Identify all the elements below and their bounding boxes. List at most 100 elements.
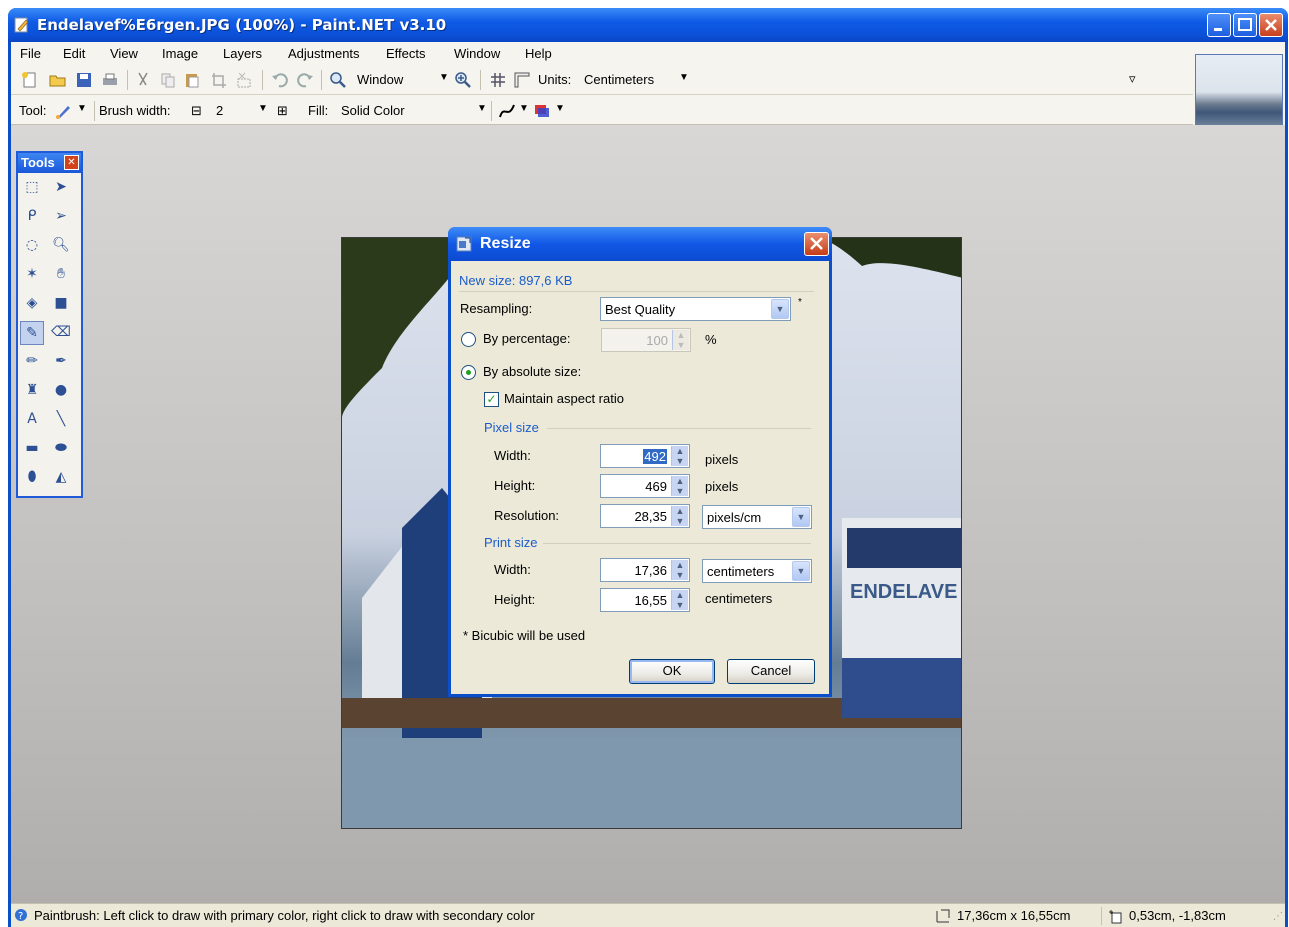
zoom-dropdown-arrow[interactable]: ▼ bbox=[439, 72, 449, 83]
chevron-down-icon[interactable]: ▼ bbox=[792, 507, 810, 527]
menu-edit[interactable]: Edit bbox=[63, 46, 85, 61]
paint-bucket-icon[interactable]: ◈ bbox=[20, 292, 44, 316]
print-height-spinner[interactable]: ▲ ▼ bbox=[671, 590, 688, 610]
minimize-button[interactable] bbox=[1207, 13, 1231, 37]
close-window-button[interactable] bbox=[1259, 13, 1283, 37]
menu-layers[interactable]: Layers bbox=[223, 46, 262, 61]
zoom-icon[interactable]: 🔍︎ bbox=[49, 234, 73, 258]
maintain-aspect-label[interactable]: Maintain aspect ratio bbox=[504, 391, 624, 406]
pixel-height-input[interactable]: 469 ▲ ▼ bbox=[600, 474, 690, 498]
pixel-height-spinner[interactable]: ▲ ▼ bbox=[671, 476, 688, 496]
menu-help[interactable]: Help bbox=[525, 46, 552, 61]
by-absolute-size-radio[interactable] bbox=[461, 365, 476, 380]
resize-grip-icon[interactable]: ⋰ bbox=[1273, 911, 1283, 922]
text-icon[interactable]: A bbox=[20, 408, 44, 432]
print-height-input[interactable]: 16,55 ▲ ▼ bbox=[600, 588, 690, 612]
units-select[interactable]: Centimeters bbox=[584, 72, 654, 87]
zoom-level-select[interactable]: Window bbox=[357, 72, 403, 87]
antialiasing-dropdown-arrow[interactable]: ▼ bbox=[519, 103, 529, 114]
pan-icon[interactable]: ✋︎ bbox=[49, 263, 73, 287]
tools-window-title[interactable]: Tools ✕ bbox=[18, 153, 81, 173]
ellipse-icon[interactable]: ⬮ bbox=[20, 466, 44, 490]
print-width-unit-select[interactable]: centimeters ▼ bbox=[702, 559, 812, 583]
grid-icon[interactable] bbox=[489, 71, 507, 89]
zoom-in-icon[interactable] bbox=[454, 71, 472, 89]
move-selection-only-icon[interactable]: ➢ bbox=[49, 205, 73, 229]
zoom-out-icon[interactable] bbox=[329, 71, 347, 89]
by-absolute-size-label[interactable]: By absolute size: bbox=[483, 364, 581, 379]
brush-width-input[interactable]: 2 bbox=[216, 103, 223, 118]
units-dropdown-arrow[interactable]: ▼ bbox=[679, 72, 689, 83]
print-width-input[interactable]: 17,36 ▲ ▼ bbox=[600, 558, 690, 582]
by-percentage-radio[interactable] bbox=[461, 332, 476, 347]
save-icon[interactable] bbox=[75, 71, 93, 89]
maintain-aspect-checkbox[interactable]: ✓ bbox=[484, 392, 499, 407]
deselect-icon[interactable] bbox=[235, 71, 253, 89]
resolution-spinner[interactable]: ▲ ▼ bbox=[671, 506, 688, 526]
resolution-unit-select[interactable]: pixels/cm ▼ bbox=[702, 505, 812, 529]
fill-dropdown-arrow[interactable]: ▼ bbox=[477, 103, 487, 114]
brush-width-increase-icon[interactable]: ⊞ bbox=[277, 103, 288, 119]
pixel-width-input[interactable]: 492 ▲ ▼ bbox=[600, 444, 690, 468]
copy-icon[interactable] bbox=[159, 71, 177, 89]
antialiasing-icon[interactable] bbox=[498, 102, 516, 120]
print-icon[interactable] bbox=[101, 71, 119, 89]
new-image-icon[interactable] bbox=[21, 71, 39, 89]
resolution-unit-value: pixels/cm bbox=[707, 510, 762, 525]
pencil-icon[interactable]: ✏︎ bbox=[20, 350, 44, 374]
resolution-input[interactable]: 28,35 ▲ ▼ bbox=[600, 504, 690, 528]
fill-select[interactable]: Solid Color bbox=[341, 103, 405, 118]
title-bar[interactable]: Endelavef%E6rgen.JPG (100%) - Paint.NET … bbox=[8, 8, 1288, 42]
freeform-shape-icon[interactable]: ◭ bbox=[49, 466, 73, 490]
paste-icon[interactable] bbox=[183, 71, 201, 89]
eraser-icon[interactable]: ⌫ bbox=[49, 321, 73, 345]
move-selection-icon[interactable]: ➤ bbox=[49, 176, 73, 200]
percentage-spinner[interactable]: ▲ ▼ bbox=[672, 330, 689, 350]
menu-image[interactable]: Image bbox=[162, 46, 198, 61]
ok-button[interactable]: OK bbox=[629, 659, 715, 684]
paintbrush-tool-icon[interactable] bbox=[55, 102, 73, 120]
menu-file[interactable]: File bbox=[20, 46, 41, 61]
print-width-spinner[interactable]: ▲ ▼ bbox=[671, 560, 688, 580]
rectangle-icon[interactable]: ▬ bbox=[20, 437, 44, 461]
redo-icon[interactable] bbox=[296, 71, 314, 89]
brush-width-dropdown-arrow[interactable]: ▼ bbox=[258, 103, 268, 114]
open-folder-icon[interactable] bbox=[49, 71, 67, 89]
cut-icon[interactable] bbox=[134, 71, 152, 89]
brush-width-decrease-icon[interactable]: ⊟ bbox=[191, 103, 202, 119]
chevron-down-icon[interactable]: ▼ bbox=[792, 561, 810, 581]
undo-icon[interactable] bbox=[271, 71, 289, 89]
lasso-select-icon[interactable]: ᑭ bbox=[20, 205, 44, 229]
chevron-down-icon[interactable]: ▼ bbox=[771, 299, 789, 319]
clone-stamp-icon[interactable]: ♜ bbox=[20, 379, 44, 403]
percentage-input[interactable]: 100 ▲ ▼ bbox=[601, 328, 691, 352]
menu-view[interactable]: View bbox=[110, 46, 138, 61]
blend-mode-dropdown-arrow[interactable]: ▼ bbox=[555, 103, 565, 114]
tools-close-button[interactable]: ✕ bbox=[64, 155, 79, 170]
blend-mode-icon[interactable] bbox=[533, 102, 551, 120]
ellipse-select-icon[interactable]: ◌ bbox=[20, 234, 44, 258]
pixel-width-spinner[interactable]: ▲ ▼ bbox=[671, 446, 688, 466]
magic-wand-icon[interactable]: ✶ bbox=[20, 263, 44, 287]
menu-effects[interactable]: Effects bbox=[386, 46, 426, 61]
recolor-icon[interactable]: ● bbox=[49, 379, 73, 403]
maximize-button[interactable] bbox=[1233, 13, 1257, 37]
rectangle-select-icon[interactable]: ⬚ bbox=[20, 176, 44, 200]
by-percentage-label[interactable]: By percentage: bbox=[483, 331, 570, 346]
menu-window[interactable]: Window bbox=[454, 46, 500, 61]
resize-dialog-title-bar[interactable]: Resize bbox=[448, 227, 832, 261]
brush-width-label: Brush width: bbox=[99, 103, 171, 118]
rounded-rectangle-icon[interactable]: ⬬ bbox=[49, 437, 73, 461]
tool-dropdown-arrow[interactable]: ▼ bbox=[77, 103, 87, 114]
cancel-button[interactable]: Cancel bbox=[727, 659, 815, 684]
crop-to-selection-icon[interactable] bbox=[210, 71, 228, 89]
resize-dialog-close-button[interactable] bbox=[804, 232, 829, 256]
gradient-icon[interactable]: ■ bbox=[49, 292, 73, 316]
menu-adjustments[interactable]: Adjustments bbox=[288, 46, 360, 61]
resampling-select[interactable]: Best Quality ▼ bbox=[600, 297, 791, 321]
color-picker-icon[interactable]: ✒︎ bbox=[49, 350, 73, 374]
rulers-icon[interactable] bbox=[513, 71, 531, 89]
paintbrush-icon[interactable]: ✎ bbox=[20, 321, 44, 345]
line-curve-icon[interactable]: ╲ bbox=[49, 408, 73, 432]
toolbar-overflow-icon[interactable]: ▿ bbox=[1129, 71, 1136, 87]
